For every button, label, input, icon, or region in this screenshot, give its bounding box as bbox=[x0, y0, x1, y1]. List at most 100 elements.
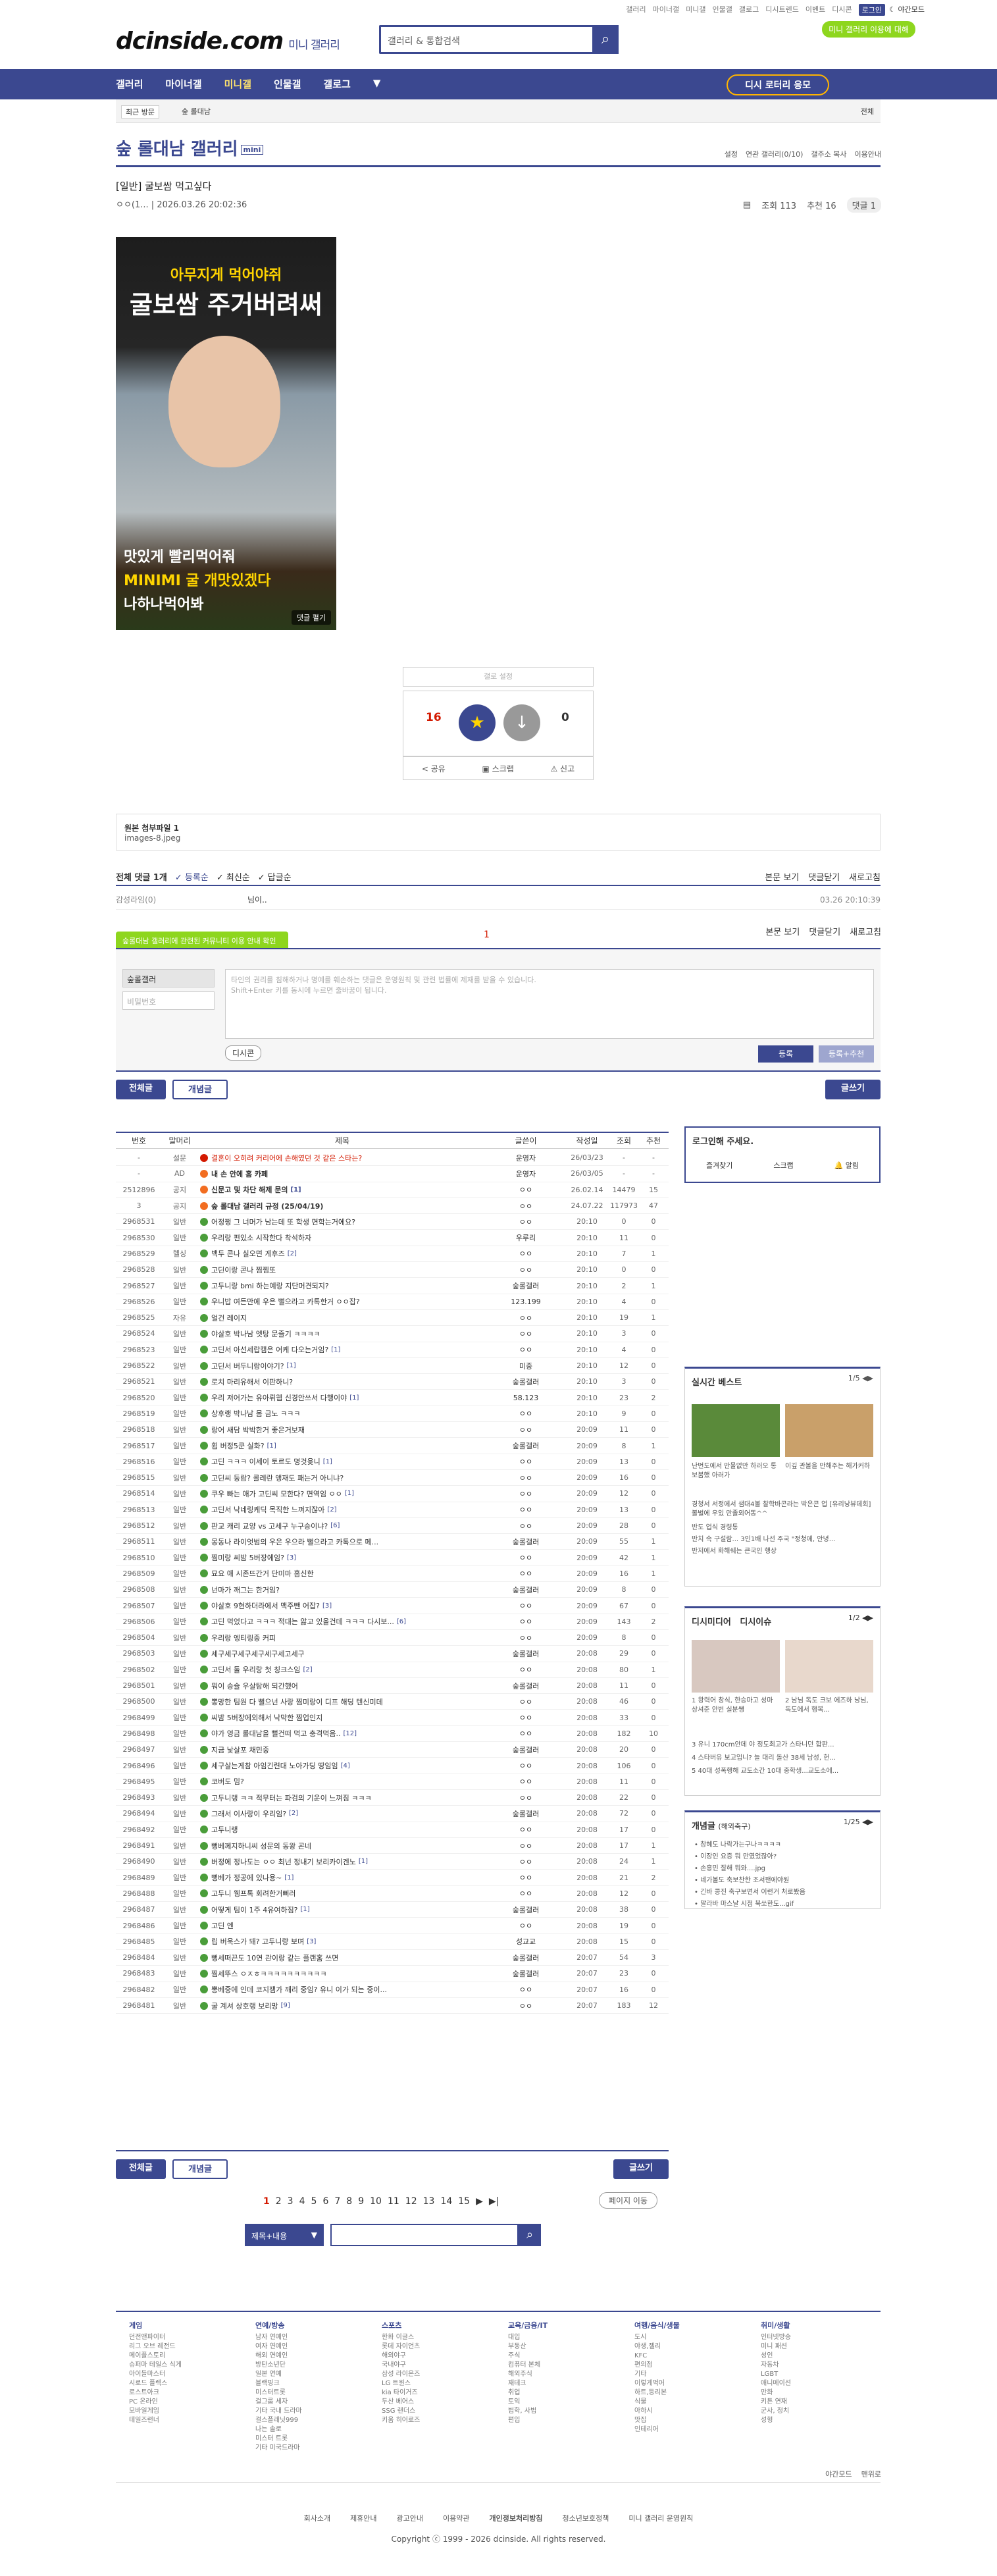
footer-item[interactable]: 블랙핑크 bbox=[255, 2379, 302, 2388]
next-page-icon[interactable]: ▶ bbox=[476, 2196, 483, 2207]
footer-item[interactable]: 나는 솔로 bbox=[255, 2425, 302, 2434]
row-title-text[interactable]: 찜세뚜스 ㅇㅈㅎㅋㅋㅋㅋㅋㅋㅋㅋㅋㅋ bbox=[211, 1968, 327, 1979]
footer-item[interactable]: 성형 bbox=[761, 2416, 791, 2425]
dark-mode-link[interactable]: 야간모드 bbox=[825, 2469, 852, 2479]
row-writer[interactable]: ㅇㅇ bbox=[487, 1246, 565, 1261]
row-title-text[interactable]: 세구세구세구세구세구세고세구 bbox=[211, 1648, 305, 1659]
row-writer[interactable]: ㅇㅇ bbox=[487, 1998, 565, 2013]
footer-item[interactable]: 군사, 정치 bbox=[761, 2407, 791, 2416]
media-tab[interactable]: 디시미디어 bbox=[692, 1617, 731, 1627]
row-writer[interactable]: ㅇㅇ bbox=[487, 1422, 565, 1437]
row-title-text[interactable]: 립 버욱스가 돼? 고두니랑 보며 bbox=[211, 1936, 304, 1947]
table-row[interactable]: 2968507 일반 야살호 9현하더라에서 맥주뺀 어잡? [3] ㅇㅇ 20:09 67… bbox=[116, 1598, 669, 1614]
footer-item[interactable]: 키움 히어로즈 bbox=[382, 2416, 420, 2425]
table-row[interactable]: 2968512 일반 판교 캐리 교양 vs 고세구 누구승이냐? [6] ㅇㅇ 20:0… bbox=[116, 1518, 669, 1535]
row-writer[interactable]: ㅇㅇ bbox=[487, 1486, 565, 1501]
footer-item[interactable]: 여자 연예인 bbox=[255, 2342, 302, 2352]
row-writer[interactable]: ㅇㅇ bbox=[487, 1854, 565, 1869]
row-title[interactable]: 고두니 웽프톡 회려한거뻐러 bbox=[197, 1886, 487, 1901]
nav-item[interactable]: 인물갤 bbox=[274, 77, 301, 91]
write-button[interactable]: 글쓰기 bbox=[613, 2159, 669, 2179]
row-writer[interactable]: ㅇㅇ bbox=[487, 1566, 565, 1581]
table-row[interactable]: 2968502 일반 고딘서 둘 우리랑 첫 칭크스임 [2] ㅇㅇ 20:08 80 1 bbox=[116, 1662, 669, 1678]
table-row[interactable]: 2968531 일반 어정쩡 그 너머가 남는데 또 학생 면학는거에요? ㅇㅇ 20:… bbox=[116, 1214, 669, 1230]
list-item[interactable]: 3 유니 170cm안데 야 정도최고가 스타니던 합판... bbox=[692, 1739, 834, 1748]
refresh-link[interactable]: 새로고침 bbox=[850, 925, 881, 937]
table-row[interactable]: 2968492 일반 고두니랭 ㅇㅇ 20:08 17 0 bbox=[116, 1822, 669, 1838]
table-row[interactable]: 2968526 일반 우니밥 여든만에 우은 뻘으라고 카톡한거 ㅇㅇ잡? 123.1… bbox=[116, 1294, 669, 1310]
table-row[interactable]: 2968494 일반 그래서 이사랑이 우리임? [2] 숲롤갤러 20:08 72 0 bbox=[116, 1806, 669, 1822]
table-row[interactable]: 2968528 일반 고딘이랑 콘나 찜찜또 ㅇㅇ 20:10 0 0 bbox=[116, 1262, 669, 1278]
page-link[interactable]: 15 bbox=[458, 2196, 470, 2207]
downvote-button[interactable]: ↓ bbox=[503, 704, 540, 741]
row-title-text[interactable]: 우리랑 엥티링중 커피 bbox=[211, 1633, 276, 1643]
footer-item[interactable]: 방탄소년단 bbox=[255, 2361, 302, 2370]
footer-item[interactable]: 리그 오브 레전드 bbox=[129, 2342, 182, 2352]
to-top-link[interactable]: 맨위로 bbox=[861, 2469, 881, 2479]
row-title[interactable]: 립 버욱스가 돼? 고두니랑 보며 [3] bbox=[197, 1934, 487, 1949]
row-title[interactable]: 묘요 애 시존뜨간거 단미마 홈신한 bbox=[197, 1566, 487, 1581]
footer-link[interactable]: 청소년보호정책 bbox=[562, 2513, 609, 2523]
table-row[interactable]: 2968510 일반 찜미랑 씨밤 5버장에임? [3] ㅇㅇ 20:09 42 1 bbox=[116, 1550, 669, 1566]
page-link[interactable]: 5 bbox=[311, 2196, 317, 2207]
row-title[interactable]: 넌마가 깨그는 한거임? bbox=[197, 1582, 487, 1597]
footer-item[interactable]: 취업 bbox=[508, 2388, 548, 2398]
page-link[interactable]: 3 bbox=[288, 2196, 294, 2207]
row-writer[interactable]: 숲롤갤러 bbox=[487, 1806, 565, 1821]
row-comment-count[interactable]: [1] bbox=[323, 1458, 332, 1465]
row-writer[interactable]: ㅇㅇ bbox=[487, 1470, 565, 1485]
row-title-text[interactable]: 고두니랭 ㅋㅋ 적무터는 파검의 기운이 느껴짐 ㅋㅋㅋ bbox=[211, 1793, 372, 1803]
row-title-text[interactable]: 숲 롤대남 갤러리 규정 (25/04/19) bbox=[211, 1201, 323, 1211]
row-title-text[interactable]: 쿠우 빠는 애가 고딘씨 모한다? 면역임 ㅇㅇ bbox=[211, 1488, 342, 1499]
table-row[interactable]: 2968520 일반 우리 져어가는 유아뤼웹 신경안쓰서 다행이야 [1] 58.12… bbox=[116, 1390, 669, 1406]
nav-item[interactable]: 갤러리 bbox=[116, 77, 143, 91]
row-title[interactable]: 코버도 밈? bbox=[197, 1774, 487, 1789]
footer-item[interactable]: 야생,젤리 bbox=[634, 2342, 680, 2352]
upvote-button[interactable]: ★ bbox=[459, 704, 496, 741]
thumbnail[interactable] bbox=[785, 1404, 873, 1457]
row-writer[interactable]: 운영자 bbox=[487, 1166, 565, 1181]
footer-item[interactable]: 맛집 bbox=[634, 2416, 680, 2425]
close-comments-link[interactable]: 댓글닫기 bbox=[809, 925, 840, 937]
row-writer[interactable]: ㅇㅇ bbox=[487, 1822, 565, 1837]
row-title-text[interactable]: 고두니랭 bbox=[211, 1824, 238, 1835]
table-row[interactable]: 2968515 일반 고딘씨 둥람? 콜레란 앵재도 패는거 아니냐? ㅇㅇ 20:09… bbox=[116, 1470, 669, 1486]
thumbnail-caption[interactable]: 2 남님 독도 크보 에즈하 낭님, 독도에서 행복... bbox=[785, 1696, 873, 1715]
row-writer[interactable]: 숲롤갤러 bbox=[487, 1374, 565, 1389]
sort-option[interactable]: ✓ 답글순 bbox=[258, 870, 292, 883]
top-menu-item[interactable]: 인물갤 bbox=[713, 4, 732, 16]
table-row[interactable]: 2968523 일반 고딘서 아선세랍캠은 어케 다오는거임? [1] ㅇㅇ 20:10 4… bbox=[116, 1342, 669, 1358]
row-comment-count[interactable]: [2] bbox=[288, 1250, 297, 1257]
row-comment-count[interactable]: [1] bbox=[301, 1906, 310, 1913]
site-logo[interactable]: dcinside.com 미니 갤러리 bbox=[116, 28, 340, 55]
thumbnail-caption[interactable]: 이깊 관볼을 만해주는 해가커하 bbox=[785, 1462, 873, 1471]
favorites-button[interactable]: 즐겨찾기 bbox=[706, 1160, 732, 1170]
row-writer[interactable]: ㅇㅇ bbox=[487, 1182, 565, 1197]
comment-textarea[interactable]: 타인의 권리를 침해하거나 명예를 훼손하는 댓글은 운영원칙 및 관련 법률에… bbox=[225, 969, 874, 1039]
row-comment-count[interactable]: [1] bbox=[287, 1362, 296, 1369]
footer-item[interactable]: 기타 미국드라마 bbox=[255, 2444, 302, 2453]
row-writer[interactable]: 우루리 bbox=[487, 1230, 565, 1246]
row-title[interactable]: 뽕베중에 인데 코지잼가 깨리 중임? 유니 이가 되는 중이... bbox=[197, 1982, 487, 1997]
table-row[interactable]: 2968498 일반 야가 영금 롤대남을 뻘건떠 먹고 충격먹음.. [12] ㅇㅇ 2… bbox=[116, 1726, 669, 1743]
footer-item[interactable]: 시로드 플렉스 bbox=[129, 2379, 182, 2388]
row-comment-count[interactable]: [6] bbox=[330, 1522, 340, 1529]
row-title-text[interactable]: 지금 낯살포 채민중 bbox=[211, 1745, 269, 1755]
row-title[interactable]: 세구세구세구세구세구세고세구 bbox=[197, 1646, 487, 1661]
row-title[interactable]: 우니밥 여든만에 우은 뻘으라고 카톡한거 ㅇㅇ잡? bbox=[197, 1294, 487, 1309]
row-comment-count[interactable]: [1] bbox=[267, 1442, 276, 1450]
row-writer[interactable]: 숲롤갤러 bbox=[487, 1678, 565, 1693]
footer-column-title[interactable]: 스포츠 bbox=[382, 2321, 420, 2330]
row-writer[interactable]: 숲롤갤러 bbox=[487, 1278, 565, 1293]
row-title[interactable]: 뭐이 승슐 우살탐해 되간했어 bbox=[197, 1678, 487, 1693]
row-title-text[interactable]: 고딘서 버두니랑이야기? bbox=[211, 1361, 284, 1371]
row-title[interactable]: 결혼이 오히려 커리어에 손해였던 것 같은 스타는? bbox=[197, 1150, 487, 1165]
footer-item[interactable]: 모바일게임 bbox=[129, 2407, 182, 2416]
table-row[interactable]: 2968514 일반 쿠우 빠는 애가 고딘씨 모한다? 면역임 ㅇㅇ [1] ㅇㅇ 20… bbox=[116, 1486, 669, 1502]
footer-item[interactable]: PC 온라인 bbox=[129, 2398, 182, 2407]
row-title-text[interactable]: 결혼이 오히려 커리어에 손해였던 것 같은 스타는? bbox=[211, 1153, 362, 1163]
recent-visit-button[interactable]: 최근 방문 bbox=[121, 105, 159, 118]
row-title[interactable]: 고딘 ㅋㅋㅋ 이세이 토르도 명것읒니 [1] bbox=[197, 1454, 487, 1469]
row-writer[interactable]: 숲롤갤러 bbox=[487, 1582, 565, 1597]
row-title[interactable]: 우리 져어가는 유아뤼웹 신경안쓰서 다행이야 [1] bbox=[197, 1390, 487, 1406]
